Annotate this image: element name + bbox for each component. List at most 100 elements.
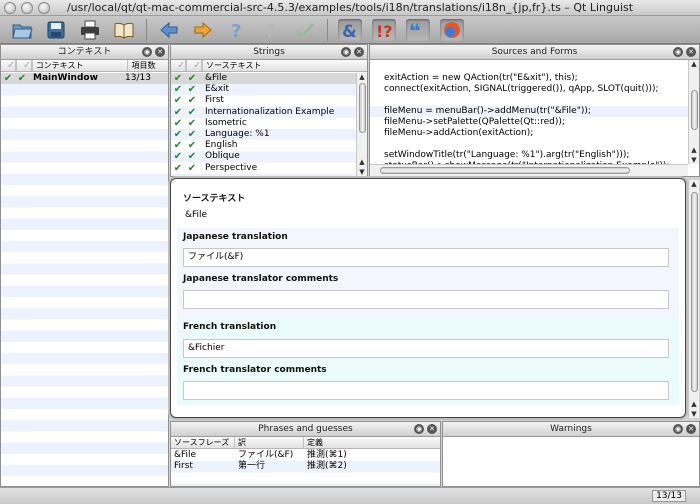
- string-row[interactable]: ✔ ✔ First: [171, 95, 356, 106]
- string-row[interactable]: ✔ ✔ E&xit: [171, 84, 356, 95]
- japanese-translation-label: Japanese translation: [183, 232, 288, 242]
- string-row[interactable]: ✔ ✔ Perspective: [171, 163, 356, 174]
- string-source-text: First: [205, 95, 224, 106]
- hscrollbar-thumb[interactable]: [380, 167, 630, 174]
- open-icon[interactable]: [10, 19, 34, 41]
- source-text-label: ソーステキスト: [183, 194, 246, 204]
- close-icon[interactable]: ✕: [354, 47, 364, 57]
- code-line: fileMenu->setPalette(QPalette(Qt::red));: [384, 117, 565, 127]
- warnings-panel-header: Warnings ◉ ✕: [443, 422, 699, 437]
- phrasebook-icon[interactable]: [112, 19, 136, 41]
- done-check-icon: ✔: [3, 73, 13, 85]
- ending-punctuation-icon[interactable]: !?: [372, 18, 396, 41]
- float-icon[interactable]: ◉: [673, 424, 683, 434]
- code-line: connect(exitAction, SIGNAL(triggered()),…: [384, 84, 659, 94]
- previous-icon[interactable]: [157, 19, 181, 41]
- strings-panel-header: Strings ◉ ✕: [171, 45, 367, 60]
- scrollbar-thumb[interactable]: [691, 192, 698, 392]
- done-check-icon: ✔: [173, 117, 183, 129]
- float-icon[interactable]: ◉: [673, 47, 683, 57]
- sources-hscrollbar[interactable]: [370, 164, 688, 176]
- strings-panel-title: Strings: [253, 47, 285, 57]
- phrase-translation-column-header[interactable]: 訳: [235, 437, 304, 448]
- done-check-icon: ✔: [173, 129, 183, 141]
- french-section: French translation &Fichier French trans…: [177, 317, 679, 405]
- scrollbar-thumb[interactable]: [359, 83, 366, 133]
- phrase-matches-icon[interactable]: ❝: [406, 18, 430, 41]
- print-icon[interactable]: [78, 19, 102, 41]
- accelerators-icon[interactable]: &: [338, 18, 362, 41]
- phrase-source-column-header[interactable]: ソースフレーズ: [171, 437, 235, 448]
- japanese-comments-field[interactable]: [183, 290, 669, 309]
- string-row[interactable]: ✔ ✔ English: [171, 140, 356, 151]
- float-icon[interactable]: ◉: [142, 47, 152, 57]
- status-column-header[interactable]: ✓: [17, 60, 33, 71]
- phrase-row[interactable]: &File ファイル(&F) 推測(⌘1): [171, 450, 440, 461]
- next-unfinished-icon[interactable]: ?: [259, 19, 283, 41]
- done-check-icon: ✔: [187, 162, 197, 174]
- sources-panel-title: Sources and Forms: [491, 47, 578, 57]
- strings-scrollbar[interactable]: ▲ ▲ ▼: [356, 73, 367, 176]
- prev-unfinished-icon[interactable]: ?: [225, 19, 249, 41]
- phrase-source: &File: [174, 450, 197, 461]
- toolbar-separator: [327, 18, 328, 41]
- close-icon[interactable]: ✕: [155, 47, 165, 57]
- toolbar-separator: [146, 18, 147, 41]
- context-list: ✔ ✔ MainWindow 13/13: [1, 73, 168, 486]
- code-line: fileMenu->addAction(exitAction);: [384, 128, 534, 138]
- context-row[interactable]: ✔ ✔ MainWindow 13/13: [1, 73, 168, 85]
- code-line-current: fileMenu = menuBar()->addMenu(tr("&File"…: [370, 106, 690, 117]
- japanese-comments-label: Japanese translator comments: [183, 274, 339, 284]
- string-row[interactable]: ✔ ✔ Oblique: [171, 151, 356, 162]
- status-column-header[interactable]: ✓: [1, 60, 17, 71]
- phrase-definition-column-header[interactable]: 定義: [304, 437, 424, 448]
- context-column-header-name[interactable]: コンテキスト: [33, 60, 129, 71]
- translation-editor: ソーステキスト &File Japanese translation ファイル(…: [170, 178, 686, 418]
- japanese-translation-field[interactable]: ファイル(&F): [183, 248, 669, 267]
- place-marker-icon[interactable]: [440, 18, 464, 41]
- context-panel-header: コンテキスト ◉ ✕: [1, 45, 168, 60]
- phrase-row[interactable]: First 第一行 推測(⌘2): [171, 461, 440, 472]
- phrases-panel: Phrases and guesses ◉ ✕ ソースフレーズ 訳 定義 &Fil…: [170, 421, 441, 487]
- string-row[interactable]: ✔ ✔ &File: [171, 73, 356, 85]
- done-next-icon[interactable]: [293, 19, 317, 41]
- phrase-translation: 第一行: [238, 461, 266, 472]
- close-icon[interactable]: ✕: [427, 424, 437, 434]
- string-row[interactable]: ✔ ✔ Isometric: [171, 118, 356, 129]
- close-icon[interactable]: ✕: [686, 424, 696, 434]
- float-icon[interactable]: ◉: [341, 47, 351, 57]
- french-translation-label: French translation: [183, 322, 277, 332]
- editor-scrollbar[interactable]: ▲ ▲ ▼: [688, 180, 699, 418]
- phrase-source: First: [174, 461, 193, 472]
- sources-scrollbar[interactable]: ▲ ▲ ▼: [688, 60, 699, 164]
- string-source-text: E&xit: [205, 84, 230, 95]
- done-check-icon: ✔: [173, 73, 183, 85]
- string-source-text: Oblique: [205, 151, 240, 162]
- string-row[interactable]: ✔ ✔ Internationalization Example: [171, 107, 356, 118]
- status-column-header[interactable]: ✓: [171, 60, 187, 71]
- strings-list: ✔ ✔ &File ✔ ✔ E&xit ✔ ✔ First ✔ ✔ Internationali…: [171, 73, 356, 176]
- svg-text:&: &: [342, 22, 357, 41]
- context-count: 13/13: [125, 73, 151, 84]
- phrases-panel-title: Phrases and guesses: [258, 424, 353, 434]
- japanese-section: Japanese translation ファイル(&F) Japanese t…: [177, 228, 679, 317]
- french-translation-field[interactable]: &Fichier: [183, 339, 669, 358]
- string-source-text: Perspective: [205, 162, 258, 173]
- status-column-header[interactable]: ✓: [187, 60, 203, 71]
- context-column-header-count[interactable]: 項目数: [128, 60, 168, 71]
- source-text-column-header[interactable]: ソーステキスト: [203, 60, 353, 71]
- string-source-text: &File: [205, 73, 228, 84]
- done-check-icon: ✔: [187, 129, 197, 141]
- float-icon[interactable]: ◉: [414, 424, 424, 434]
- french-comments-field[interactable]: [183, 381, 669, 400]
- save-icon[interactable]: [44, 19, 68, 41]
- string-row[interactable]: ✔ ✔ Language: %1: [171, 129, 356, 140]
- done-check-icon: ✔: [187, 151, 197, 163]
- warnings-panel: Warnings ◉ ✕: [442, 421, 700, 487]
- phrases-panel-header: Phrases and guesses ◉ ✕: [171, 422, 440, 437]
- strings-column-header: ✓ ✓ ソーステキスト: [171, 60, 367, 72]
- close-icon[interactable]: ✕: [686, 47, 696, 57]
- next-icon[interactable]: [191, 19, 215, 41]
- scrollbar-thumb[interactable]: [691, 90, 698, 130]
- done-check-icon: ✔: [187, 106, 197, 118]
